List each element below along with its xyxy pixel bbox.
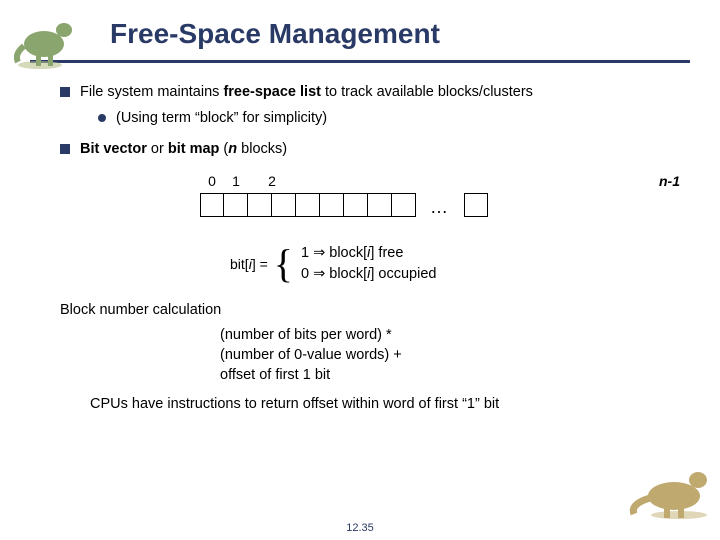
c0-post: ] occupied bbox=[370, 266, 436, 282]
bv-post: ( bbox=[219, 141, 228, 157]
case-0: 0 ⇒ block[i] occupied bbox=[301, 265, 437, 285]
bv-bold2: bit map bbox=[168, 141, 220, 157]
bit-cell bbox=[272, 193, 296, 217]
bullet-1-sub: (Using term “block” for simplicity) bbox=[98, 109, 680, 129]
eq-pre: bit[ bbox=[230, 256, 249, 272]
slide-number: 12.35 bbox=[0, 522, 720, 534]
bit-definition: bit[i] = { 1 ⇒ block[i] free 0 ⇒ block[i… bbox=[230, 242, 680, 287]
slide-body: File system maintains free-space list to… bbox=[0, 63, 720, 415]
sub-word: block bbox=[200, 110, 234, 126]
calc-l3: offset of first 1 bit bbox=[220, 366, 680, 386]
bit-cell bbox=[248, 193, 272, 217]
bit-cell bbox=[368, 193, 392, 217]
sub-pre: (Using term bbox=[116, 110, 195, 126]
c1-post: ] free bbox=[370, 245, 403, 261]
bit-cell bbox=[296, 193, 320, 217]
bit-ellipsis: … bbox=[416, 193, 464, 219]
bit-label-0: 0 bbox=[200, 172, 224, 191]
bit-cell bbox=[200, 193, 224, 217]
calc-l1: (number of bits per word) * bbox=[220, 326, 680, 346]
bit-cell bbox=[344, 193, 368, 217]
bullet-1-term: free-space list bbox=[223, 84, 321, 100]
bullet-2: Bit vector or bit map (n blocks) bbox=[60, 140, 680, 160]
bit-label-n: n-1 bbox=[659, 173, 680, 189]
dino-right-image bbox=[624, 458, 714, 520]
bit-cell-n bbox=[464, 193, 488, 217]
bv-mid: or bbox=[147, 141, 168, 157]
bit-cell bbox=[224, 193, 248, 217]
cpu-line: CPUs have instructions to return offset … bbox=[90, 395, 680, 415]
bv-bold1: Bit vector bbox=[80, 141, 147, 157]
case-1: 1 ⇒ block[i] free bbox=[301, 244, 437, 264]
bv-post2: blocks) bbox=[237, 141, 287, 157]
bv-var: n bbox=[228, 141, 237, 157]
bullet-1-pre: File system maintains bbox=[80, 84, 223, 100]
calc-body: (number of bits per word) * (number of 0… bbox=[220, 326, 680, 385]
cpu-post: bit bbox=[480, 396, 499, 412]
bit-cell bbox=[320, 193, 344, 217]
bit-cell bbox=[392, 193, 416, 217]
cpu-word: 1 bbox=[467, 396, 475, 412]
brace-icon: { bbox=[274, 244, 293, 284]
calc-heading: Block number calculation bbox=[60, 301, 680, 321]
sub-post: for simplicity) bbox=[239, 110, 328, 126]
cpu-pre: CPUs have instructions to return offset … bbox=[90, 396, 462, 412]
bitmap-diagram: 0 1 2 n-1 … bbox=[200, 172, 680, 232]
bullet-1-post: to track available blocks/clusters bbox=[321, 84, 533, 100]
bit-label-2: 2 bbox=[260, 172, 284, 191]
bit-label-1: 1 bbox=[224, 172, 248, 191]
eq-post: ] = bbox=[252, 256, 268, 272]
calc-l2: (number of 0-value words) + bbox=[220, 346, 680, 366]
bullet-1: File system maintains free-space list to… bbox=[60, 83, 680, 128]
c0-pre: 0 ⇒ block[ bbox=[301, 266, 367, 282]
slide-title: Free-Space Management bbox=[110, 18, 690, 50]
c1-pre: 1 ⇒ block[ bbox=[301, 245, 367, 261]
